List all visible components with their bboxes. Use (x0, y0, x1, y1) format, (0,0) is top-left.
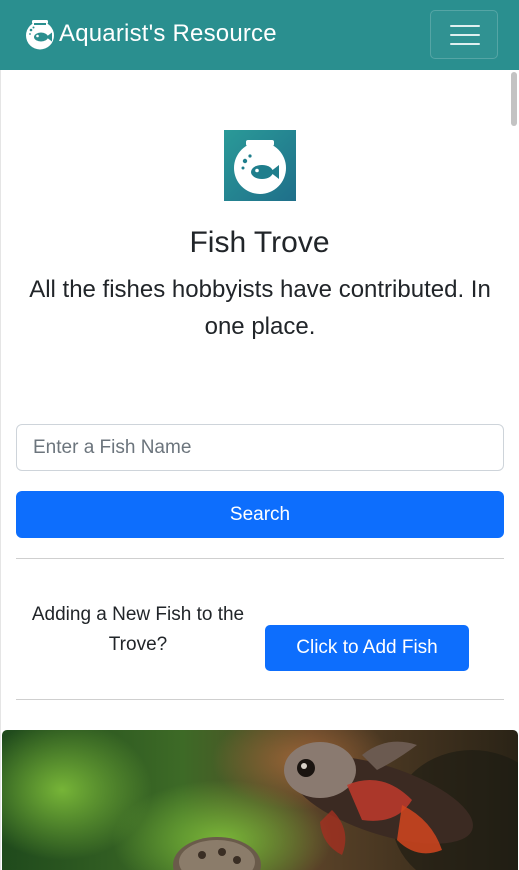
page-edge (0, 70, 1, 870)
page-lead: All the fishes hobbyists have contribute… (29, 276, 491, 340)
fishbowl-logo-icon (224, 130, 296, 201)
search-button[interactable]: Search (16, 491, 504, 538)
add-fish-prompt: Adding a New Fish to the Trove? (31, 604, 245, 655)
scrollbar-thumb[interactable] (511, 72, 517, 126)
brand-title: Aquarist's Resource (59, 20, 277, 47)
aquarium-fish-photo (2, 730, 518, 870)
brand-link[interactable]: Aquarist's Resource (24, 18, 277, 50)
divider (16, 699, 504, 700)
navbar-toggle-button[interactable] (430, 10, 498, 59)
fishbowl-icon (24, 18, 56, 50)
page-title: Fish Trove (189, 226, 330, 259)
add-fish-button[interactable]: Click to Add Fish (265, 625, 469, 671)
fish-name-search-input[interactable] (16, 424, 504, 471)
divider (16, 558, 504, 559)
navbar: Aquarist's Resource (0, 0, 519, 70)
